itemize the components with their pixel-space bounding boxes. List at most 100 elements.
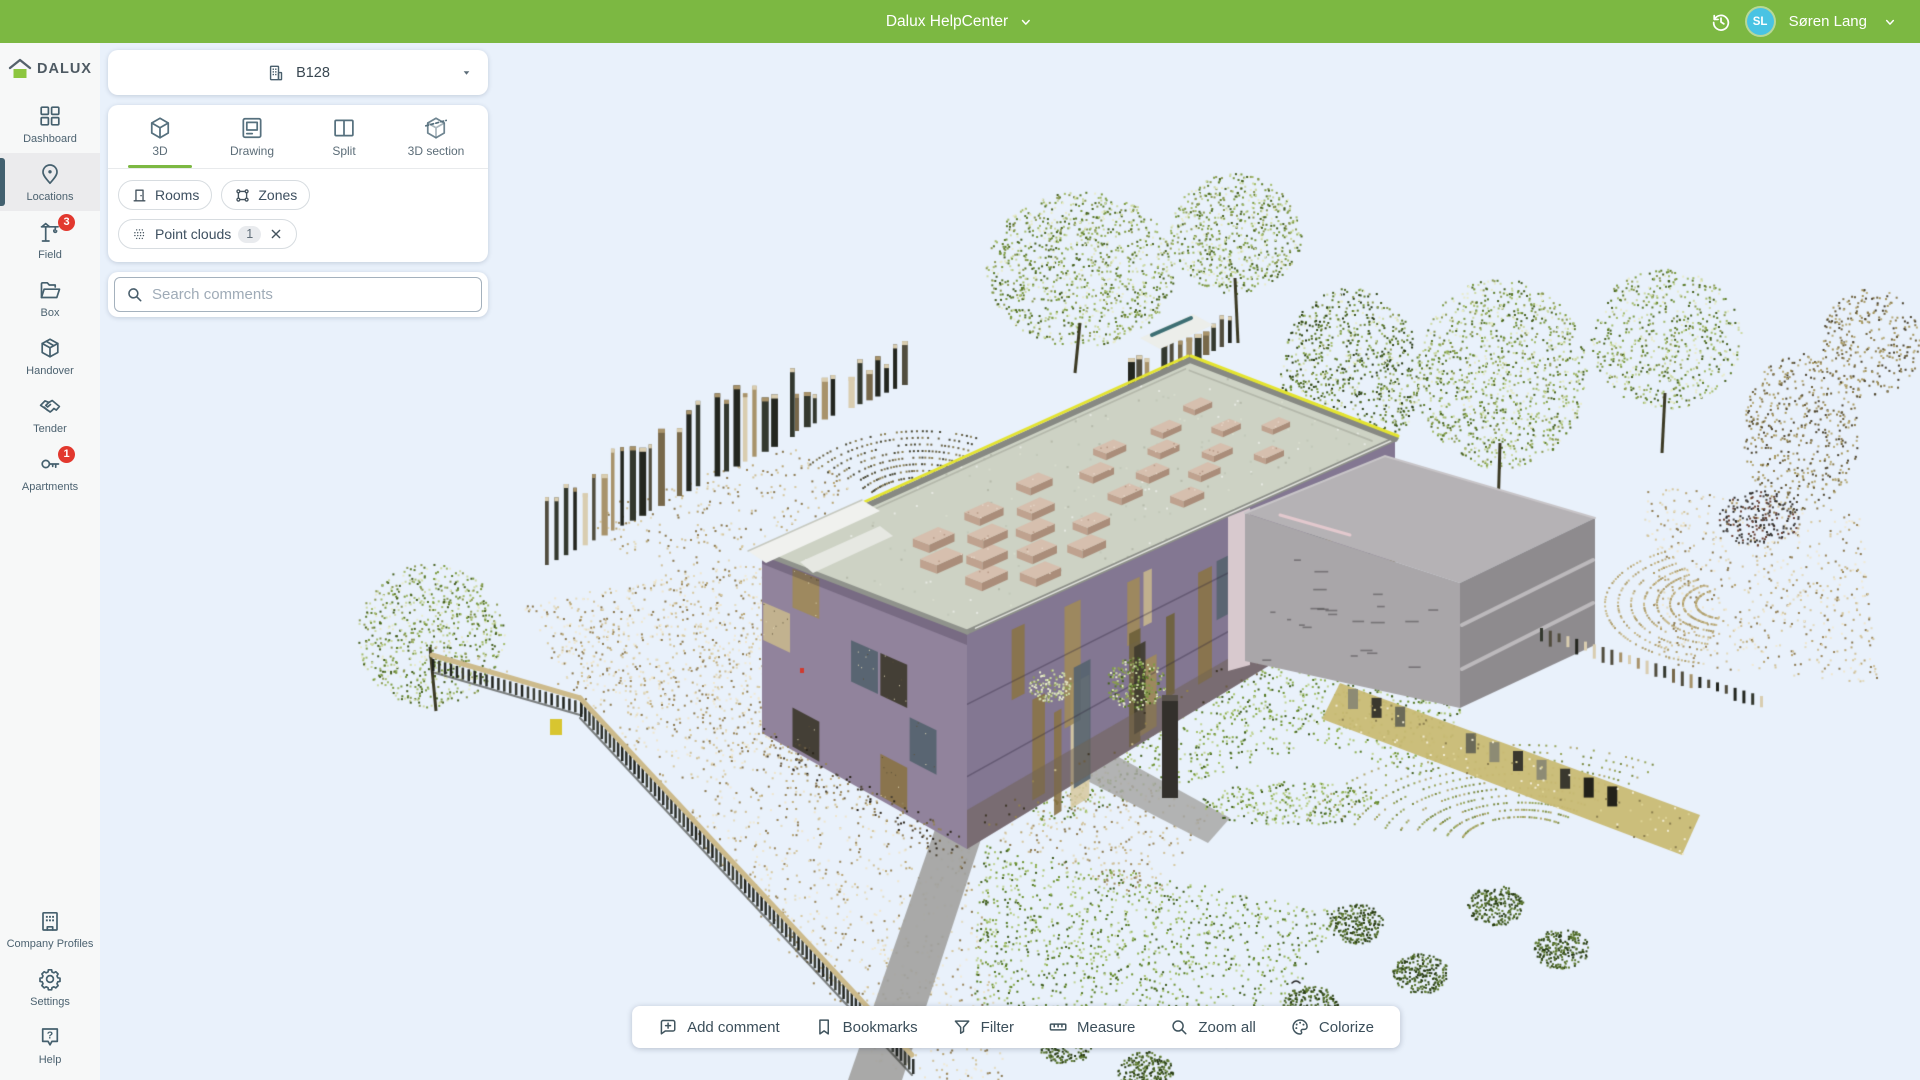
viewport: B128 3D Drawing Split 3D section Rooms Zones…: [100, 43, 1920, 1080]
search-card: [108, 272, 488, 317]
dalux-logo[interactable]: DALUX: [0, 43, 100, 95]
chip-rooms[interactable]: Rooms: [118, 180, 212, 210]
sidebar-item-handover[interactable]: Handover: [0, 327, 100, 385]
toolbar-button-label: Measure: [1077, 1019, 1135, 1036]
tab-3d[interactable]: 3D: [114, 115, 206, 168]
field-icon: 3: [38, 219, 62, 245]
sidebar-item-box[interactable]: Box: [0, 269, 100, 327]
search-box[interactable]: [114, 277, 482, 312]
sidebar-item-label: Settings: [30, 996, 70, 1009]
add-comment-icon: [658, 1017, 678, 1037]
close-icon[interactable]: [268, 226, 284, 242]
tab-drawing[interactable]: Drawing: [206, 115, 298, 168]
split-icon: [331, 115, 357, 141]
sidebar-item-help[interactable]: ? Help: [0, 1016, 100, 1074]
chip-zones[interactable]: Zones: [221, 180, 310, 210]
drawing-icon: [239, 115, 265, 141]
sidebar-item-apartments[interactable]: 1 Apartments: [0, 443, 100, 501]
toolbar-button-label: Filter: [981, 1019, 1014, 1036]
tab-active-underline: [220, 165, 284, 168]
avatar[interactable]: SL: [1747, 8, 1774, 35]
sidebar-item-locations[interactable]: Locations: [0, 153, 100, 211]
view-panel: B128 3D Drawing Split 3D section Rooms Zones…: [108, 50, 488, 317]
filter-icon: [952, 1017, 972, 1037]
sidebar-item-label: Help: [39, 1054, 62, 1067]
location-selector[interactable]: B128: [108, 50, 488, 95]
chip-label: Zones: [258, 187, 297, 203]
tab-3d-section[interactable]: 3D section: [390, 115, 482, 168]
chip-label: Point clouds: [155, 226, 231, 242]
viewer-toolbar: Add comment Bookmarks Filter Measure Zoom al…: [632, 1006, 1400, 1048]
project-switcher[interactable]: Dalux HelpCenter: [886, 13, 1034, 31]
logo-text: DALUX: [37, 61, 92, 77]
search-icon: [125, 285, 144, 304]
dalux-house-icon: [8, 58, 32, 80]
sidebar-item-label: Field: [38, 249, 62, 262]
top-bar: Dalux HelpCenter SL Søren Lang: [0, 0, 1920, 43]
svg-text:?: ?: [47, 1030, 53, 1042]
sidebar-item-company-profiles[interactable]: Company Profiles: [0, 900, 100, 958]
app-title: Dalux HelpCenter: [886, 13, 1008, 31]
sidebar-item-tender[interactable]: Tender: [0, 385, 100, 443]
tender-icon: [38, 393, 62, 419]
chip-label: Rooms: [155, 187, 199, 203]
toolbar-colorize-button[interactable]: Colorize: [1273, 1006, 1391, 1048]
sidebar-item-label: Company Profiles: [7, 938, 94, 951]
chevron-down-icon[interactable]: [1882, 14, 1898, 30]
company-icon: [38, 908, 62, 934]
colorize-icon: [1290, 1017, 1310, 1037]
pointcloud-icon: [131, 226, 148, 243]
chip-point-clouds[interactable]: Point clouds 1: [118, 219, 297, 249]
handover-icon: [38, 335, 62, 361]
tab-label: Drawing: [230, 144, 274, 158]
user-name[interactable]: Søren Lang: [1789, 13, 1867, 30]
toolbar-measure-button[interactable]: Measure: [1031, 1006, 1152, 1048]
sidebar-item-label: Apartments: [22, 481, 78, 494]
zoom-all-icon: [1169, 1017, 1189, 1037]
search-input[interactable]: [152, 286, 471, 303]
building-icon: [266, 63, 286, 83]
toolbar-zoom-all-button[interactable]: Zoom all: [1152, 1006, 1273, 1048]
tab-active-underline: [128, 165, 192, 168]
toolbar-button-label: Add comment: [687, 1019, 780, 1036]
toolbar-button-label: Colorize: [1319, 1019, 1374, 1036]
dashboard-icon: [38, 103, 62, 129]
toolbar-bookmarks-button[interactable]: Bookmarks: [797, 1006, 935, 1048]
sidebar: DALUX Dashboard Locations 3 Field Box Handove…: [0, 43, 100, 1080]
sidebar-item-label: Dashboard: [23, 133, 77, 146]
zone-icon: [234, 187, 251, 204]
toolbar-filter-button[interactable]: Filter: [935, 1006, 1031, 1048]
apartments-icon: 1: [38, 451, 62, 477]
view-tabs-card: 3D Drawing Split 3D section Rooms Zones Point…: [108, 105, 488, 262]
toolbar-button-label: Zoom all: [1198, 1019, 1256, 1036]
settings-icon: [38, 966, 62, 992]
sidebar-item-label: Locations: [26, 191, 73, 204]
cube-icon: [147, 115, 173, 141]
notification-badge: 1: [58, 446, 75, 463]
sidebar-item-dashboard[interactable]: Dashboard: [0, 95, 100, 153]
sidebar-item-label: Handover: [26, 365, 74, 378]
sidebar-item-label: Tender: [33, 423, 67, 436]
tab-split[interactable]: Split: [298, 115, 390, 168]
bookmarks-icon: [814, 1017, 834, 1037]
tab-active-underline: [312, 165, 376, 168]
tab-label: 3D section: [408, 144, 465, 158]
locations-icon: [38, 161, 62, 187]
sidebar-item-field[interactable]: 3 Field: [0, 211, 100, 269]
sidebar-item-settings[interactable]: Settings: [0, 958, 100, 1016]
tab-active-underline: [404, 165, 468, 168]
avatar-initials: SL: [1753, 16, 1768, 28]
sidebar-item-label: Box: [41, 307, 60, 320]
section-icon: [423, 115, 449, 141]
toolbar-add-comment-button[interactable]: Add comment: [641, 1006, 797, 1048]
caret-down-icon: [459, 65, 474, 80]
tab-label: 3D: [152, 144, 167, 158]
chip-count-badge: 1: [238, 226, 261, 243]
notification-badge: 3: [58, 214, 75, 231]
chevron-down-icon: [1018, 14, 1034, 30]
history-icon[interactable]: [1710, 11, 1732, 33]
toolbar-button-label: Bookmarks: [843, 1019, 918, 1036]
measure-icon: [1048, 1017, 1068, 1037]
location-selector-value: B128: [296, 65, 330, 81]
tab-label: Split: [332, 144, 355, 158]
